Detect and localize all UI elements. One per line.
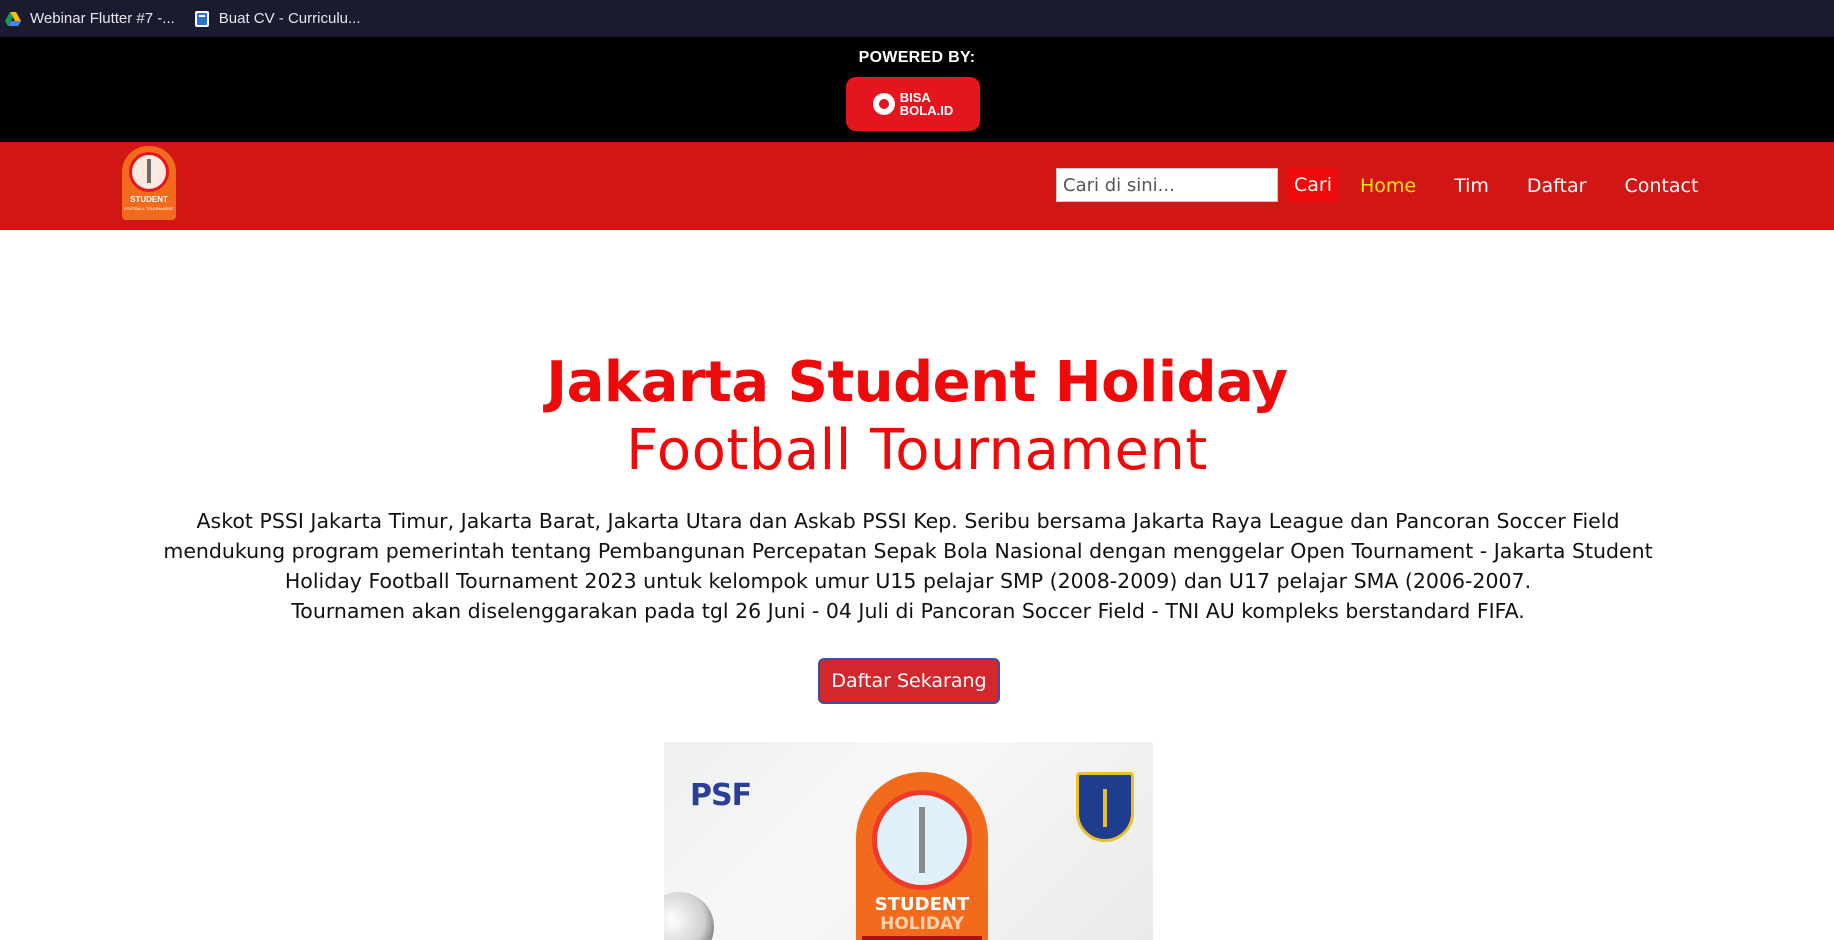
poster-strip bbox=[862, 936, 982, 940]
bookmarks-bar: Webinar Flutter #7 -... Buat CV - Curric… bbox=[0, 0, 1834, 37]
google-drive-icon bbox=[5, 11, 21, 26]
nav-daftar[interactable]: Daftar bbox=[1527, 175, 1587, 197]
bookmark-buat-cv[interactable]: Buat CV - Curriculu... bbox=[189, 0, 375, 37]
hero-subtitle: Football Tournament bbox=[626, 418, 1208, 483]
powered-by-label: POWERED BY: bbox=[858, 49, 976, 66]
cv-doc-icon bbox=[194, 10, 209, 27]
soccer-ball-icon bbox=[872, 93, 895, 115]
monas-emblem-icon bbox=[129, 152, 169, 192]
search-input[interactable] bbox=[1056, 168, 1278, 202]
site-logo[interactable]: STUDENT FOOTBALL TOURNAMENT bbox=[122, 146, 176, 220]
monas-emblem-icon bbox=[872, 790, 972, 890]
bisabola-logo[interactable]: BISA BOLA.ID bbox=[846, 77, 980, 131]
search-button[interactable]: Cari bbox=[1288, 168, 1338, 202]
student-holiday-logo: STUDENT HOLIDAY bbox=[856, 772, 988, 940]
powered-by-strip: POWERED BY: BISA BOLA.ID bbox=[0, 37, 1834, 142]
poster-student-text: STUDENT bbox=[874, 894, 970, 915]
nav-contact[interactable]: Contact bbox=[1624, 175, 1698, 197]
hero-paragraph-2: Tournamen akan diselenggarakan pada tgl … bbox=[291, 599, 1525, 623]
psf-logo: PSF bbox=[690, 778, 752, 813]
tournament-poster: PSF STUDENT HOLIDAY bbox=[664, 742, 1153, 940]
main-navbar: STUDENT FOOTBALL TOURNAMENT Cari Home Ti… bbox=[0, 142, 1834, 230]
jaya-raya-crest-icon bbox=[1076, 772, 1134, 842]
hero-title: Jakarta Student Holiday bbox=[546, 350, 1288, 415]
bookmark-label: Buat CV - Curriculu... bbox=[218, 10, 361, 27]
hero-paragraph-1: Askot PSSI Jakarta Timur, Jakarta Barat,… bbox=[163, 509, 1653, 593]
sponsor-line-2: BOLA.ID bbox=[899, 103, 954, 118]
sponsor-text: BISA BOLA.ID bbox=[900, 91, 953, 117]
logo-subtext: FOOTBALL TOURNAMENT bbox=[124, 206, 174, 211]
nav-links: Home Tim Daftar Contact bbox=[1360, 142, 1736, 230]
poster-holiday-text: HOLIDAY bbox=[880, 914, 964, 934]
nav-home[interactable]: Home bbox=[1360, 175, 1416, 197]
bookmark-label: Webinar Flutter #7 -... bbox=[30, 10, 175, 27]
nav-tim[interactable]: Tim bbox=[1454, 175, 1489, 197]
soccer-ball-image bbox=[664, 892, 714, 940]
logo-text: STUDENT bbox=[130, 195, 168, 204]
register-now-button[interactable]: Daftar Sekarang bbox=[818, 658, 1000, 704]
bookmark-webinar-flutter[interactable]: Webinar Flutter #7 -... bbox=[0, 0, 189, 37]
hero-description: Askot PSSI Jakarta Timur, Jakarta Barat,… bbox=[140, 506, 1676, 626]
